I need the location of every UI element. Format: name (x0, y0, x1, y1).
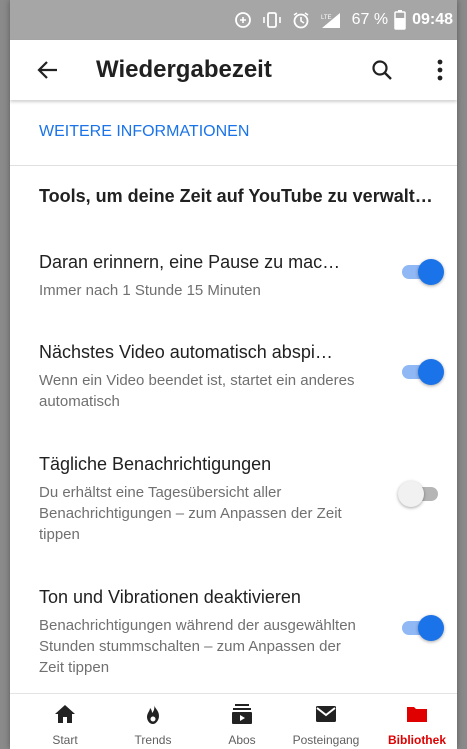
subscriptions-icon (230, 702, 254, 726)
status-time: 09:48 (412, 11, 453, 28)
setting-description: Du erhältst eine Tagesübersicht aller Be… (39, 484, 342, 543)
status-bar: LTE 67 % 09:48 (10, 0, 457, 40)
home-icon (53, 702, 77, 726)
more-info-row: WEITERE INFORMATIONEN (10, 105, 457, 166)
section-title: Tools, um deine Zeit auf YouTube zu verw… (39, 186, 433, 206)
setting-title: Daran erinnern, eine Pause zu mac… (39, 252, 341, 272)
setting-title: Tägliche Benachrichtigungen (39, 454, 272, 474)
setting-description: Immer nach 1 Stunde 15 Minuten (39, 282, 261, 299)
mute-notifications-toggle[interactable] (398, 614, 444, 642)
sync-icon (234, 11, 252, 29)
nav-item-trends[interactable]: Trends (113, 694, 193, 749)
nav-label: Start (52, 733, 78, 747)
setting-title: Ton und Vibrationen deaktivieren (39, 587, 301, 607)
break-reminder-toggle[interactable] (398, 258, 444, 286)
flame-icon (141, 702, 165, 726)
toggle-thumb (418, 359, 444, 385)
setting-description: Benachrichtigungen während der ausgewähl… (39, 617, 356, 676)
setting-autoplay[interactable]: Nächstes Video automatisch abspi… Wenn e… (10, 342, 457, 412)
vibrate-icon (262, 11, 282, 29)
nav-label: Posteingang (292, 733, 360, 747)
signal-icon: LTE (320, 11, 342, 29)
mail-icon (314, 702, 338, 726)
toggle-thumb (418, 259, 444, 285)
autoplay-toggle[interactable] (398, 358, 444, 386)
folder-icon (405, 702, 429, 726)
more-info-link[interactable]: WEITERE INFORMATIONEN (39, 123, 249, 141)
setting-daily-notifications[interactable]: Tägliche Benachrichtigungen Du erhältst … (10, 454, 457, 544)
nav-item-posteingang[interactable]: Posteingang (286, 694, 366, 749)
alarm-icon (292, 11, 310, 29)
nav-item-start[interactable]: Start (25, 694, 105, 749)
search-icon[interactable] (366, 54, 398, 86)
nav-label: Trends (134, 733, 172, 747)
phone-screen: LTE 67 % 09:48 Wiedergabezeit WEITERE IN… (10, 0, 457, 749)
setting-description: Wenn ein Video beendet ist, startet ein … (39, 372, 355, 410)
toggle-thumb (418, 615, 444, 641)
nav-label: Bibliothek (387, 733, 446, 747)
page-title: Wiedergabezeit (96, 56, 272, 83)
back-arrow-icon[interactable] (32, 54, 64, 86)
bottom-navigation: Start Trends Abos Posteingang Bibliothek (10, 693, 457, 749)
battery-percent: 67 % (351, 11, 389, 28)
setting-break-reminder[interactable]: Daran erinnern, eine Pause zu mac… Immer… (10, 252, 457, 302)
app-bar: Wiedergabezeit (10, 40, 457, 100)
nav-label: Abos (228, 733, 256, 747)
network-type-label: LTE (321, 15, 332, 21)
more-vert-icon[interactable] (430, 54, 450, 86)
toggle-thumb (398, 481, 424, 507)
nav-item-abos[interactable]: Abos (202, 694, 282, 749)
setting-title: Nächstes Video automatisch abspi… (39, 342, 333, 362)
setting-mute-notifications[interactable]: Ton und Vibrationen deaktivieren Benachr… (10, 587, 457, 677)
nav-item-bibliothek[interactable]: Bibliothek (377, 694, 457, 749)
daily-notifications-toggle[interactable] (398, 480, 444, 508)
battery-icon (394, 10, 406, 30)
